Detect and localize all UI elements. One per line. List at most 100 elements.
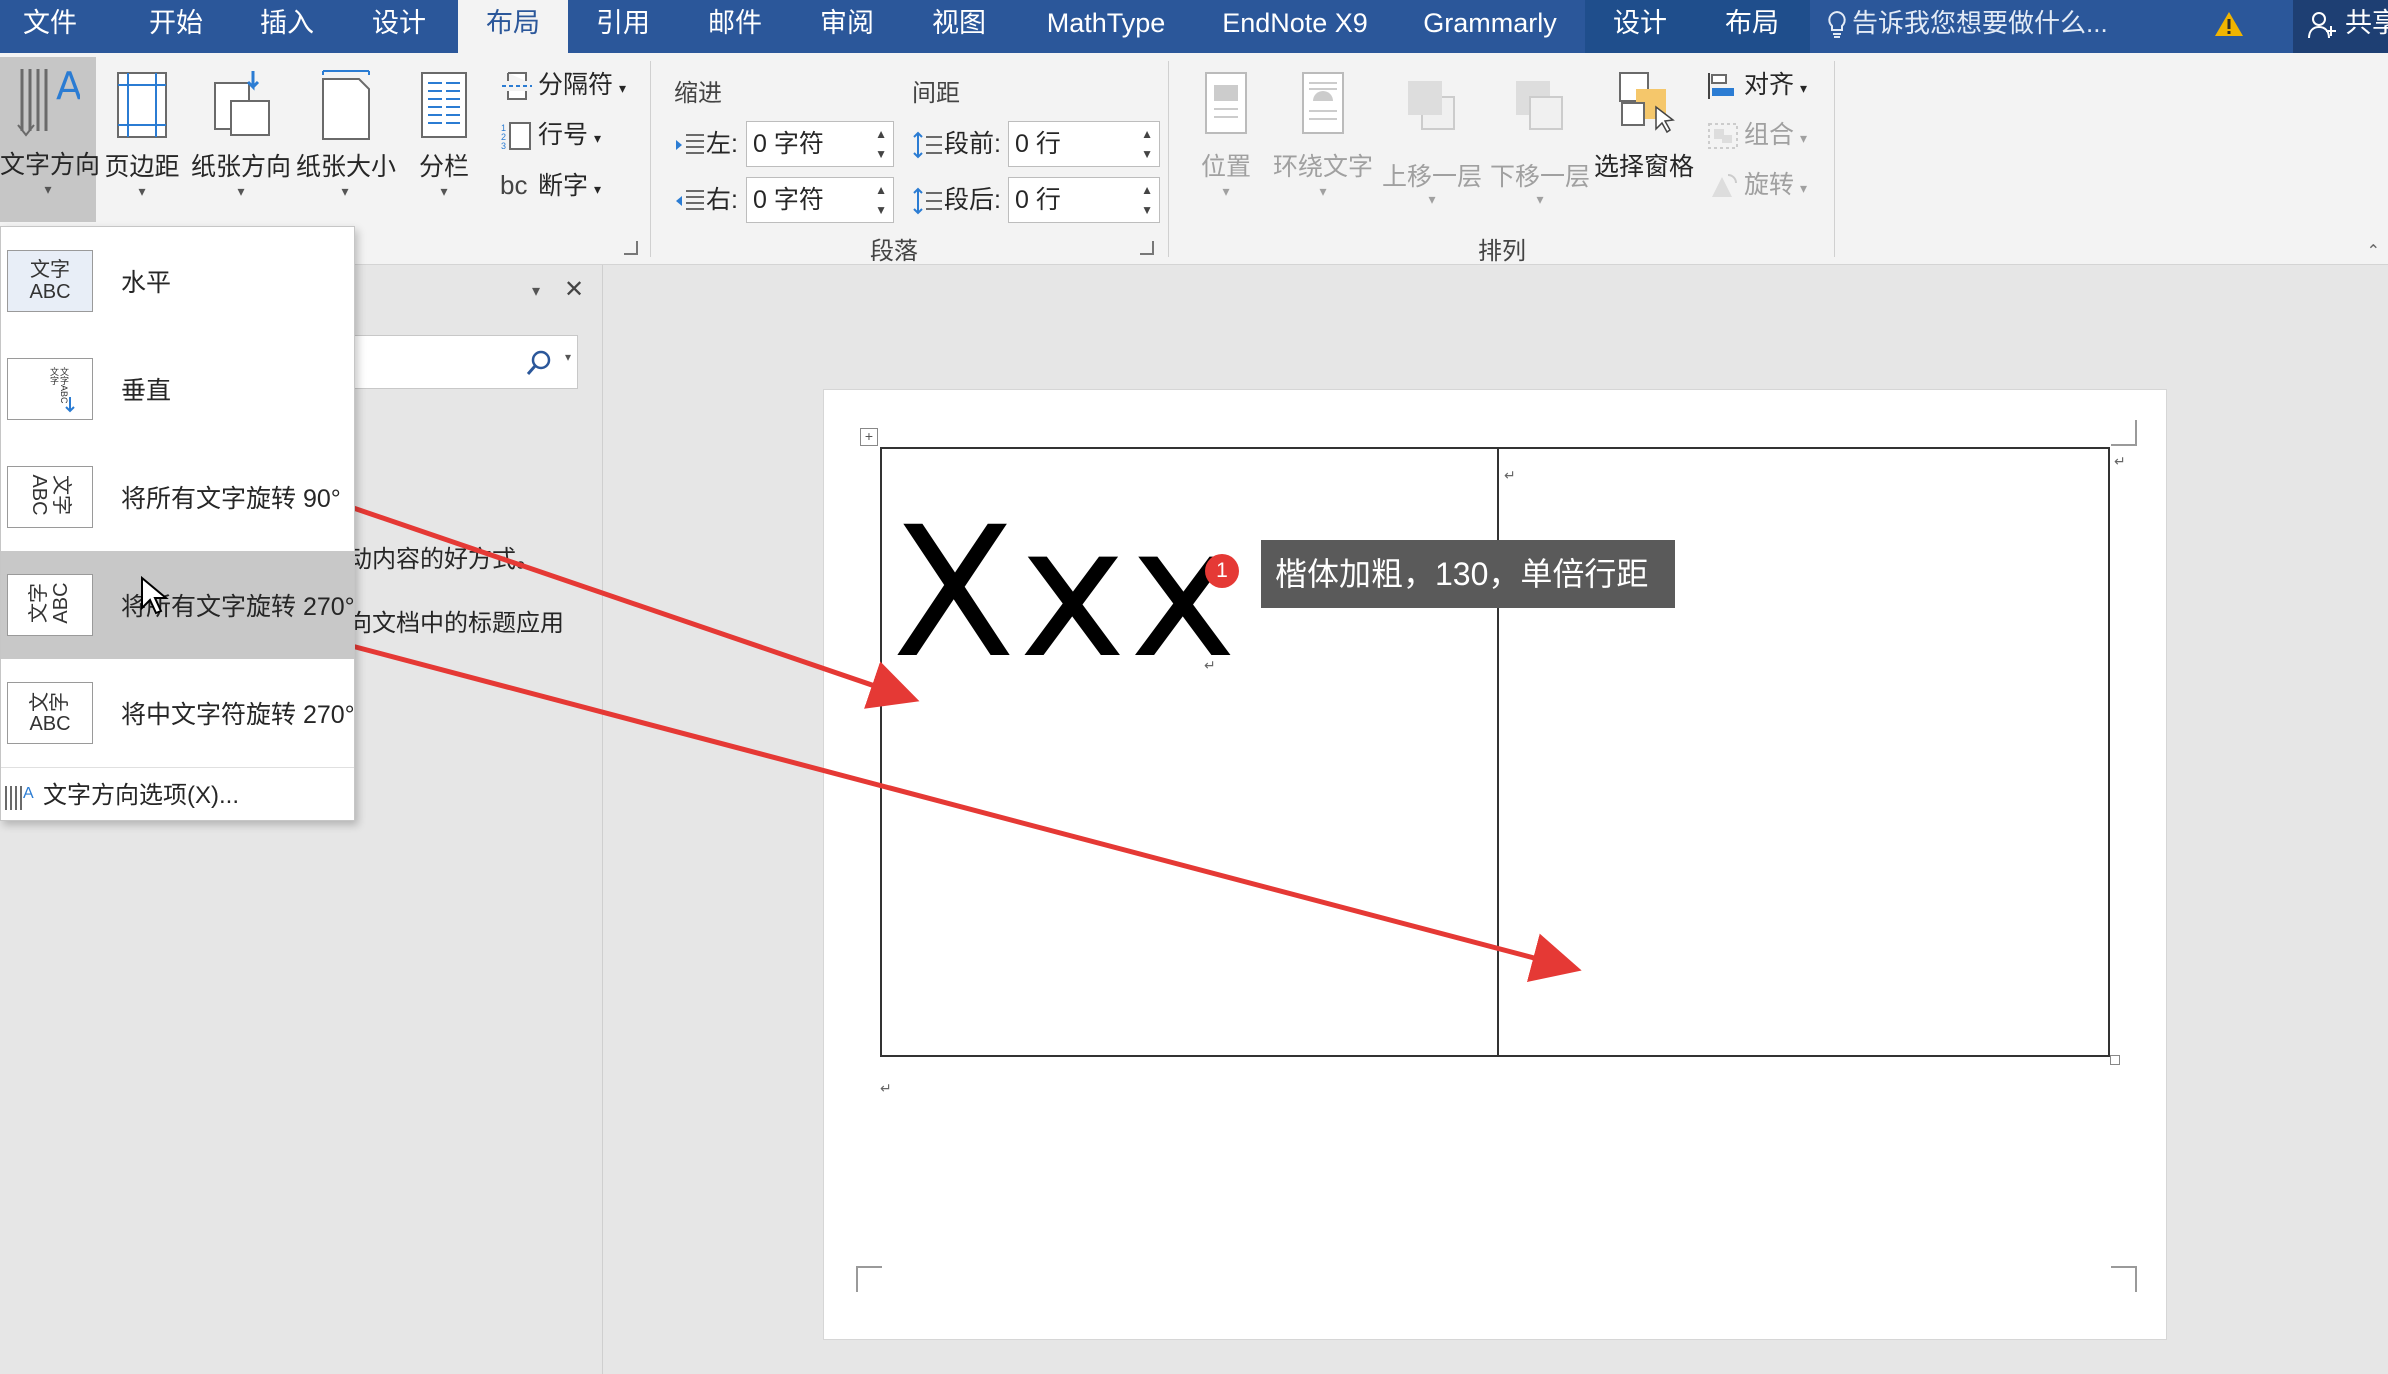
- columns-label: 分栏: [418, 153, 469, 181]
- close-icon[interactable]: ✕: [564, 275, 584, 304]
- wrap-text-button[interactable]: 环绕文字 ▾: [1270, 59, 1376, 219]
- menu-item-rotate-90[interactable]: 文字 ABC 将所有文字旋转 90°: [1, 443, 354, 551]
- group-separator: [1168, 61, 1169, 257]
- selection-pane-button[interactable]: 选择窗格: [1594, 59, 1694, 219]
- svg-text:3: 3: [501, 141, 506, 151]
- hyphenation-button[interactable]: bc 断字 ▾: [500, 165, 601, 205]
- spacing-after-value: 0 行: [1015, 186, 1061, 214]
- tab-design[interactable]: 设计: [360, 0, 438, 53]
- spacing-before-field[interactable]: 0 行 ▲ ▼: [1008, 121, 1160, 167]
- size-label: 纸张大小: [296, 153, 397, 181]
- chevron-down-icon: ▾: [237, 183, 245, 199]
- rotate-90-text-icon: 文字 ABC: [7, 466, 93, 528]
- indent-left-text: 左:: [706, 130, 738, 158]
- tab-view[interactable]: 视图: [920, 0, 998, 53]
- indent-right-icon: [676, 190, 704, 211]
- tell-me-box[interactable]: 告诉我您想要做什么...: [1822, 0, 2122, 53]
- breaks-button[interactable]: 分隔符 ▾: [500, 65, 626, 105]
- tab-file[interactable]: 文件: [0, 0, 100, 53]
- rotate-asian-text-icon: 文字 ABC: [7, 682, 93, 744]
- paragraph-mark-icon: ↵: [1504, 467, 1516, 483]
- paragraph-mark-icon: ↵: [2114, 453, 2126, 469]
- group-button[interactable]: 组合 ▾: [1706, 115, 1807, 155]
- spinner-arrows-icon[interactable]: ▲ ▼: [875, 124, 887, 164]
- indent-left-field[interactable]: 0 字符 ▲ ▼: [746, 121, 894, 167]
- text-direction-menu: 文字 ABC 水平 文字ABC 文字 垂直 文字 ABC 将所有文字旋转 90° 文字…: [0, 226, 355, 821]
- paragraph-launcher[interactable]: [1140, 241, 1154, 255]
- options-label: 文字方向选项(X)...: [43, 782, 239, 809]
- chevron-down-icon[interactable]: ▾: [565, 350, 571, 364]
- chevron-down-icon: ▾: [1800, 130, 1808, 146]
- chevron-down-icon: ▾: [1428, 191, 1436, 207]
- position-button[interactable]: 位置 ▾: [1188, 59, 1264, 219]
- paragraph-mark-icon: ↵: [1204, 657, 1216, 673]
- spacing-after-text: 段后:: [944, 186, 1001, 214]
- user-add-icon: [2308, 12, 2336, 39]
- menu-item-horizontal[interactable]: 文字 ABC 水平: [1, 227, 354, 335]
- nav-help-text-1: 动内容的好方式。: [348, 546, 540, 573]
- margins-button[interactable]: 页边距 ▾: [102, 59, 182, 219]
- position-label: 位置: [1200, 153, 1251, 181]
- menu-item-rotate-asian-270[interactable]: 文字 ABC 将中文字符旋转 270°: [1, 659, 355, 767]
- chevron-down-icon: ▾: [440, 183, 448, 199]
- menu-item-vertical[interactable]: 文字ABC 文字 垂直: [1, 335, 354, 443]
- bring-forward-button[interactable]: 上移一层 ▾: [1380, 59, 1484, 219]
- tab-mathtype[interactable]: MathType: [1032, 0, 1180, 53]
- menu-item-label: 垂直: [121, 377, 172, 405]
- svg-text:文字: 文字: [49, 366, 59, 385]
- warning-icon[interactable]: [2214, 10, 2244, 38]
- collapse-ribbon-icon[interactable]: ⌃: [2367, 241, 2380, 261]
- align-button[interactable]: 对齐 ▾: [1706, 65, 1807, 105]
- tab-layout[interactable]: 布局: [458, 0, 568, 53]
- menu-item-rotate-270[interactable]: 文字 ABC 将所有文字旋转 270°: [1, 551, 355, 659]
- search-icon[interactable]: [525, 348, 555, 378]
- group-separator: [1834, 61, 1835, 257]
- tab-endnote[interactable]: EndNote X9: [1210, 0, 1380, 53]
- tab-table-layout[interactable]: 布局: [1712, 0, 1792, 53]
- rotate-button[interactable]: 旋转 ▾: [1706, 165, 1807, 205]
- orientation-button[interactable]: 纸张方向 ▾: [190, 59, 292, 219]
- spacing-before-value: 0 行: [1015, 130, 1061, 158]
- table-cell-text[interactable]: Xxx: [892, 494, 1240, 694]
- chevron-down-icon: ▾: [594, 181, 602, 197]
- spinner-arrows-icon[interactable]: ▲ ▼: [1141, 180, 1153, 220]
- table-move-handle-icon[interactable]: +: [860, 428, 878, 446]
- table-resize-handle-icon[interactable]: [2110, 1055, 2120, 1065]
- spacing-after-field[interactable]: 0 行 ▲ ▼: [1008, 177, 1160, 223]
- send-backward-button[interactable]: 下移一层 ▾: [1488, 59, 1592, 219]
- text-direction-button[interactable]: A 文字方向 ▾: [0, 57, 100, 222]
- spinner-arrows-icon[interactable]: ▲ ▼: [875, 180, 887, 220]
- chevron-down-icon: ▾: [341, 183, 349, 199]
- table[interactable]: Xxx ↵ ↵ ↵: [880, 447, 2126, 1065]
- size-button[interactable]: 纸张大小 ▾: [296, 59, 397, 219]
- paragraph-mark-icon: ↵: [880, 1080, 892, 1096]
- menu-item-label: 水平: [121, 269, 172, 297]
- tab-references[interactable]: 引用: [584, 0, 662, 53]
- tab-table-design[interactable]: 设计: [1600, 0, 1680, 53]
- tab-mailings[interactable]: 邮件: [696, 0, 774, 53]
- indent-title: 缩进: [674, 80, 722, 107]
- wrap-text-label: 环绕文字: [1272, 153, 1373, 181]
- spinner-arrows-icon[interactable]: ▲ ▼: [1141, 124, 1153, 164]
- share-button[interactable]: 共享: [2293, 0, 2388, 53]
- tab-home[interactable]: 开始: [137, 0, 215, 53]
- line-numbers-button[interactable]: 1 2 3 行号 ▾: [500, 115, 601, 155]
- indent-left-value: 0 字符: [753, 130, 824, 158]
- tab-grammarly[interactable]: Grammarly: [1410, 0, 1570, 53]
- breaks-icon: [502, 72, 532, 101]
- spacing-title: 间距: [912, 80, 960, 107]
- menu-item-label: 将中文字符旋转 270°: [121, 701, 355, 729]
- tell-me-text: 告诉我您想要做什么...: [1852, 8, 2108, 38]
- pane-options-icon[interactable]: ▾: [532, 281, 540, 301]
- tab-insert[interactable]: 插入: [248, 0, 326, 53]
- tab-review[interactable]: 审阅: [808, 0, 886, 53]
- group-icon: [1708, 123, 1738, 150]
- page-setup-launcher[interactable]: [624, 241, 638, 255]
- document-page[interactable]: + Xxx ↵ ↵ ↵ ↵: [823, 389, 2167, 1340]
- margins-icon: [117, 72, 167, 138]
- text-direction-options-item[interactable]: A 文字方向选项(X)...: [1, 775, 354, 817]
- nav-search-input[interactable]: ▾: [330, 335, 578, 389]
- vertical-text-icon: 文字ABC 文字: [7, 358, 93, 420]
- indent-right-field[interactable]: 0 字符 ▲ ▼: [746, 177, 894, 223]
- columns-button[interactable]: 分栏 ▾: [404, 59, 484, 219]
